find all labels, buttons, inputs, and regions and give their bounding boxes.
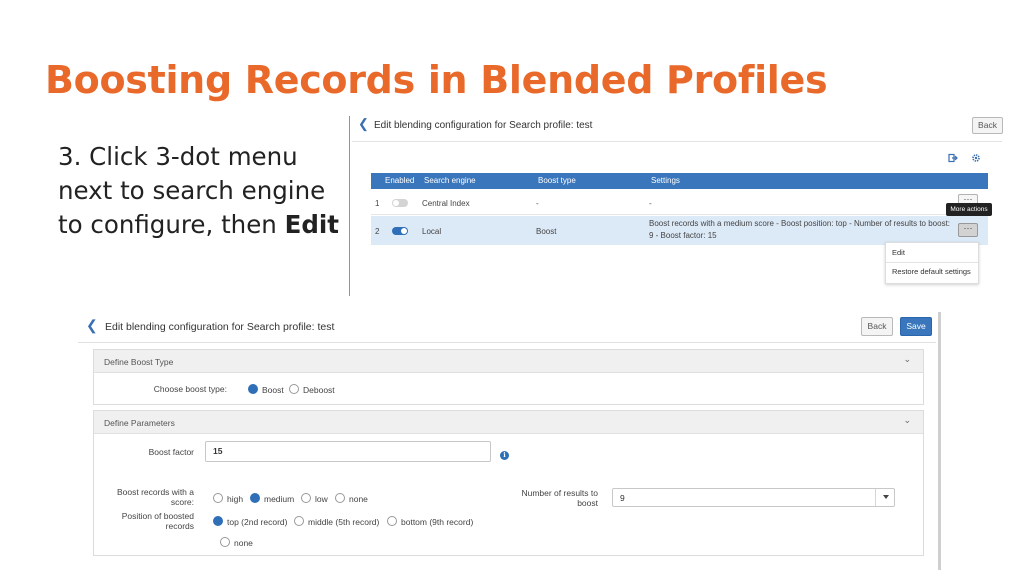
score-medium-label: medium <box>264 494 295 504</box>
slide-title: Boosting Records in Blended Profiles <box>45 58 828 102</box>
define-parameters-section: Define Parameters ⌄ Boost factor 15 i Bo… <box>93 410 924 556</box>
score-low-radio[interactable] <box>301 493 311 503</box>
instruction-text: 3. Click 3-dot menu next to search engin… <box>58 140 343 242</box>
menu-item-edit[interactable]: Edit <box>892 248 905 257</box>
table-row-selected[interactable]: 2 Local Boost Boost records with a mediu… <box>371 216 988 245</box>
position-top-label: top (2nd record) <box>227 517 288 527</box>
chevron-down-icon[interactable] <box>883 495 889 499</box>
settings-value-line1: Boost records with a medium score - Boos… <box>649 219 951 228</box>
boost-factor-label: Boost factor <box>148 447 194 457</box>
select-divider <box>875 489 876 506</box>
vertical-divider <box>349 116 350 296</box>
position-top-radio[interactable] <box>213 516 223 526</box>
export-icon[interactable] <box>948 153 958 166</box>
selected-value: 9 <box>620 493 625 503</box>
score-low-label: low <box>315 494 328 504</box>
search-engine-name: Local <box>422 227 442 236</box>
score-none-radio[interactable] <box>335 493 345 503</box>
deboost-option-label: Deboost <box>303 385 335 395</box>
boost-radio[interactable] <box>248 384 258 394</box>
score-medium-radio[interactable] <box>250 493 260 503</box>
settings-value-line2: 9 - Boost factor: 15 <box>649 231 717 240</box>
boost-type-value: - <box>536 199 539 208</box>
back-button[interactable]: Back <box>861 317 893 336</box>
boost-type-value: Boost <box>536 227 557 236</box>
page-title: Edit blending configuration for Search p… <box>374 120 593 131</box>
gear-icon[interactable] <box>971 153 981 166</box>
row-actions-button[interactable]: ··· <box>958 223 978 237</box>
position-middle-label: middle (5th record) <box>308 517 380 527</box>
back-chevron-icon[interactable]: ❮ <box>358 117 369 130</box>
column-header-settings: Settings <box>651 176 680 185</box>
enabled-toggle[interactable] <box>392 199 408 207</box>
table-header: Enabled Search engine Boost type Setting… <box>371 173 988 189</box>
column-header-enabled: Enabled <box>385 176 415 185</box>
top-screenshot: ❮ Edit blending configuration for Search… <box>352 110 1007 300</box>
position-label: Position of boosted records <box>121 511 194 531</box>
enabled-toggle[interactable] <box>392 227 408 235</box>
search-engine-name: Central Index <box>422 199 470 208</box>
section-header[interactable]: Define Boost Type ⌄ <box>94 350 923 373</box>
define-boost-type-section: Define Boost Type ⌄ Choose boost type: B… <box>93 349 924 405</box>
header-divider <box>352 141 1002 142</box>
info-icon[interactable]: i <box>500 451 509 460</box>
column-header-boost-type: Boost type <box>538 176 576 185</box>
boost-factor-input[interactable]: 15 <box>205 441 491 462</box>
position-none-label: none <box>234 538 253 548</box>
table-row[interactable]: 1 Central Index - - ··· <box>371 191 988 215</box>
chevron-down-icon[interactable]: ⌄ <box>903 354 911 365</box>
toggle-knob <box>393 200 399 206</box>
menu-divider <box>886 262 978 263</box>
instruction-bold: Edit <box>284 210 339 239</box>
back-button[interactable]: Back <box>972 117 1003 134</box>
number-of-results-select[interactable]: 9 <box>612 488 895 507</box>
score-high-label: high <box>227 494 244 504</box>
header-divider <box>78 342 936 343</box>
page-title: Edit blending configuration for Search p… <box>105 321 335 333</box>
chevron-down-icon[interactable]: ⌄ <box>903 415 911 426</box>
column-header-search-engine: Search engine <box>424 176 476 185</box>
position-bottom-label: bottom (9th record) <box>401 517 474 527</box>
toggle-knob <box>401 228 407 234</box>
boost-score-label: Boost records with a score: <box>116 487 194 507</box>
save-button[interactable]: Save <box>900 317 932 336</box>
position-middle-radio[interactable] <box>294 516 304 526</box>
back-chevron-icon[interactable]: ❮ <box>86 318 98 332</box>
boost-option-label: Boost <box>262 385 284 395</box>
row-number: 1 <box>375 199 380 208</box>
number-of-results-label: Number of results to boost <box>521 488 598 508</box>
row-number: 2 <box>375 227 380 236</box>
settings-value: - <box>649 199 652 208</box>
more-actions-tooltip: More actions <box>946 203 992 216</box>
menu-item-restore-defaults[interactable]: Restore default settings <box>892 267 971 276</box>
deboost-radio[interactable] <box>289 384 299 394</box>
section-header[interactable]: Define Parameters ⌄ <box>94 411 923 434</box>
bottom-screenshot: ❮ Edit blending configuration for Search… <box>78 312 944 576</box>
position-bottom-radio[interactable] <box>387 516 397 526</box>
section-title: Define Boost Type <box>104 357 174 367</box>
position-none-radio[interactable] <box>220 537 230 547</box>
scrollbar[interactable] <box>938 312 941 570</box>
row-actions-menu: Edit Restore default settings <box>885 242 979 284</box>
section-title: Define Parameters <box>104 418 175 428</box>
choose-boost-type-label: Choose boost type: <box>153 384 227 394</box>
score-none-label: none <box>349 494 368 504</box>
score-high-radio[interactable] <box>213 493 223 503</box>
